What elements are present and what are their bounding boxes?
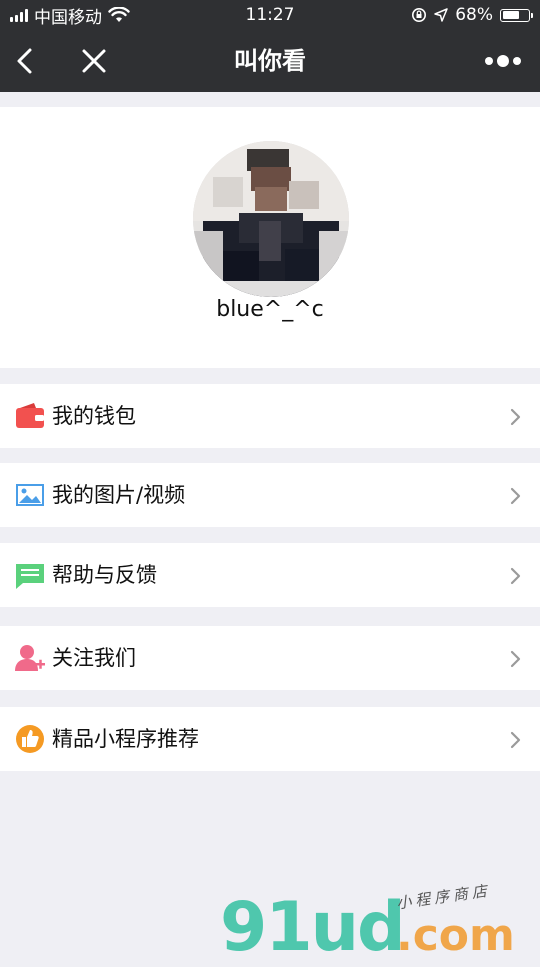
rotation-lock-icon	[412, 8, 427, 22]
menu-label-media: 我的图片/视频	[52, 483, 186, 507]
menu-label-feedback: 帮助与反馈	[52, 563, 157, 587]
location-icon	[434, 8, 448, 22]
image-icon	[16, 484, 44, 506]
menu-item-media[interactable]: 我的图片/视频	[0, 463, 540, 527]
chevron-right-icon	[510, 408, 521, 426]
menu-item-follow[interactable]: 关注我们	[0, 626, 540, 690]
battery-icon	[500, 8, 533, 22]
user-add-icon	[15, 645, 45, 671]
menu-label-follow: 关注我们	[52, 646, 136, 670]
chevron-right-icon	[510, 487, 521, 505]
thumbs-up-icon	[16, 725, 44, 753]
watermark-domain: .com	[396, 910, 515, 961]
watermark-tagline: 小程序商店	[395, 881, 492, 913]
status-bar: 中国移动 11:27 68%	[0, 0, 540, 30]
wallet-icon	[16, 403, 44, 428]
menu-label-recommend: 精品小程序推荐	[52, 727, 199, 751]
more-icon[interactable]	[484, 51, 522, 71]
avatar-image	[193, 141, 349, 297]
avatar[interactable]	[193, 141, 349, 297]
menu-item-feedback[interactable]: 帮助与反馈	[0, 543, 540, 607]
menu-item-wallet[interactable]: 我的钱包	[0, 384, 540, 448]
chevron-right-icon	[510, 731, 521, 749]
navigation-bar: 叫你看	[0, 30, 540, 92]
chevron-right-icon	[510, 567, 521, 585]
profile-card: blue^_^c	[0, 107, 540, 368]
status-right: 68%	[411, 0, 533, 30]
chevron-right-icon	[510, 650, 521, 668]
battery-percent: 68%	[455, 5, 493, 25]
watermark-brand: 91ud	[220, 888, 406, 967]
username: blue^_^c	[216, 297, 324, 322]
watermark-logo: 91ud 小程序商店 .com	[220, 881, 520, 967]
page-title: 叫你看	[234, 47, 306, 75]
menu-label-wallet: 我的钱包	[52, 404, 136, 428]
message-icon	[16, 564, 44, 589]
menu-item-recommend[interactable]: 精品小程序推荐	[0, 707, 540, 771]
